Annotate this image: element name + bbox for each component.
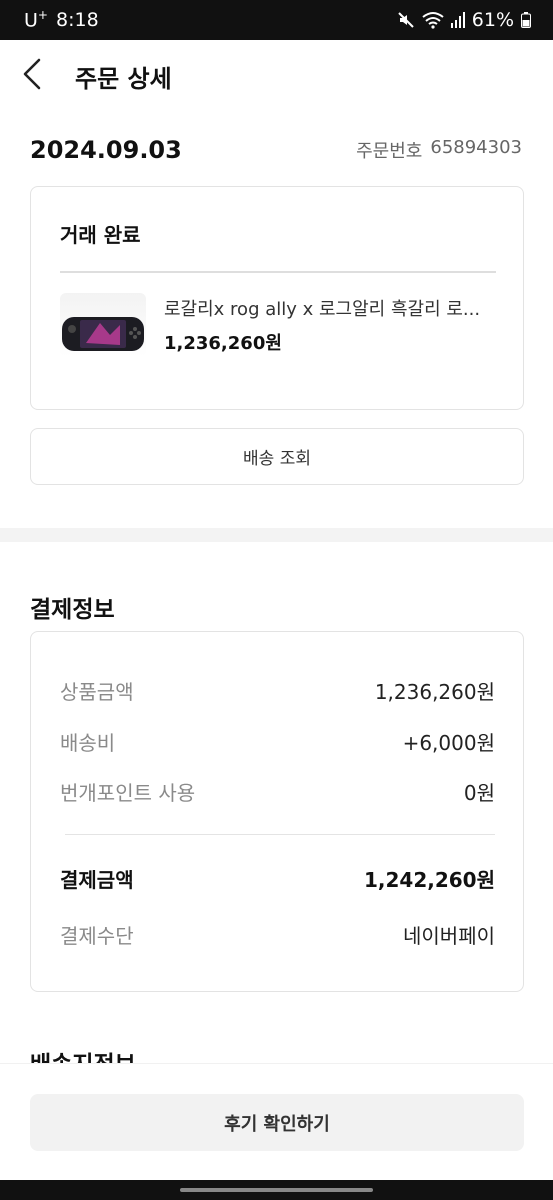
payment-method-label: 결제수단 (60, 924, 134, 948)
system-nav-bar (0, 1180, 553, 1200)
carrier-sup: + (37, 8, 48, 23)
status-right: 61% (397, 9, 531, 31)
deal-status: 거래 완료 (60, 223, 141, 247)
payment-row-product-amount: 상품금액 1,236,260원 (60, 676, 495, 705)
order-number: 주문번호 65894303 (356, 137, 522, 163)
payment-row-label: 상품금액 (60, 680, 134, 704)
bottom-action-bar: 후기 확인하기 (0, 1063, 553, 1180)
payment-section-title: 결제정보 (30, 597, 115, 623)
order-date: 2024.09.03 (30, 136, 182, 164)
shipping-address-title-text: 배송지정보 (30, 1050, 136, 1064)
payment-row-method: 결제수단 네이버페이 (60, 920, 495, 949)
wifi-icon (422, 11, 444, 29)
divider (60, 271, 496, 273)
home-handle[interactable] (180, 1188, 373, 1192)
header: 주문 상세 (0, 40, 553, 112)
payment-row-value: +6,000원 (402, 731, 495, 755)
chevron-left-icon (22, 58, 42, 94)
status-left: U+ 8:18 (24, 8, 99, 31)
delivery-tracking-button[interactable]: 배송 조회 (30, 428, 524, 485)
order-number-value: 65894303 (430, 137, 522, 158)
payment-total-value: 1,242,260원 (363, 868, 495, 892)
mute-icon (397, 11, 415, 29)
order-card: 거래 완료 로갈리x rog ally x 로그알리 흑갈리 로... 1,23… (30, 186, 524, 410)
payment-row-label: 번개포인트 사용 (60, 781, 196, 805)
status-bar: U+ 8:18 61% (0, 0, 553, 40)
clock: 8:18 (55, 8, 99, 31)
shipping-address-section-title: 배송지정보 (30, 1050, 136, 1064)
payment-row-value: 1,236,260원 (374, 680, 495, 704)
battery-text: 61% (471, 9, 514, 31)
payment-row-label: 배송비 (60, 731, 116, 755)
divider (65, 834, 495, 835)
product-price: 1,236,260원 (164, 333, 282, 354)
section-divider (0, 528, 553, 542)
payment-card: 상품금액 1,236,260원 배송비 +6,000원 번개포인트 사용 0원 … (30, 631, 524, 992)
payment-total-label: 결제금액 (60, 868, 134, 892)
payment-method-value: 네이버페이 (403, 924, 495, 948)
order-number-label: 주문번호 (356, 141, 423, 162)
product-thumbnail (60, 293, 146, 357)
order-head: 2024.09.03 주문번호 65894303 (30, 136, 522, 164)
view-review-button[interactable]: 후기 확인하기 (30, 1094, 524, 1151)
back-button[interactable] (22, 48, 78, 104)
battery-icon (521, 12, 531, 28)
carrier: U+ (24, 8, 48, 31)
carrier-name: U (24, 9, 38, 32)
signal-icon (450, 12, 465, 28)
page-title: 주문 상세 (75, 64, 172, 93)
product-text: 로갈리x rog ally x 로그알리 흑갈리 로... 1,236,260원 (164, 295, 504, 355)
product-name: 로갈리x rog ally x 로그알리 흑갈리 로... (164, 299, 481, 320)
payment-row-value: 0원 (463, 781, 495, 805)
payment-row-points: 번개포인트 사용 0원 (60, 777, 495, 806)
payment-row-total: 결제금액 1,242,260원 (60, 864, 495, 893)
payment-row-shipping: 배송비 +6,000원 (60, 727, 495, 756)
product-row[interactable]: 로갈리x rog ally x 로그알리 흑갈리 로... 1,236,260원 (60, 293, 500, 357)
